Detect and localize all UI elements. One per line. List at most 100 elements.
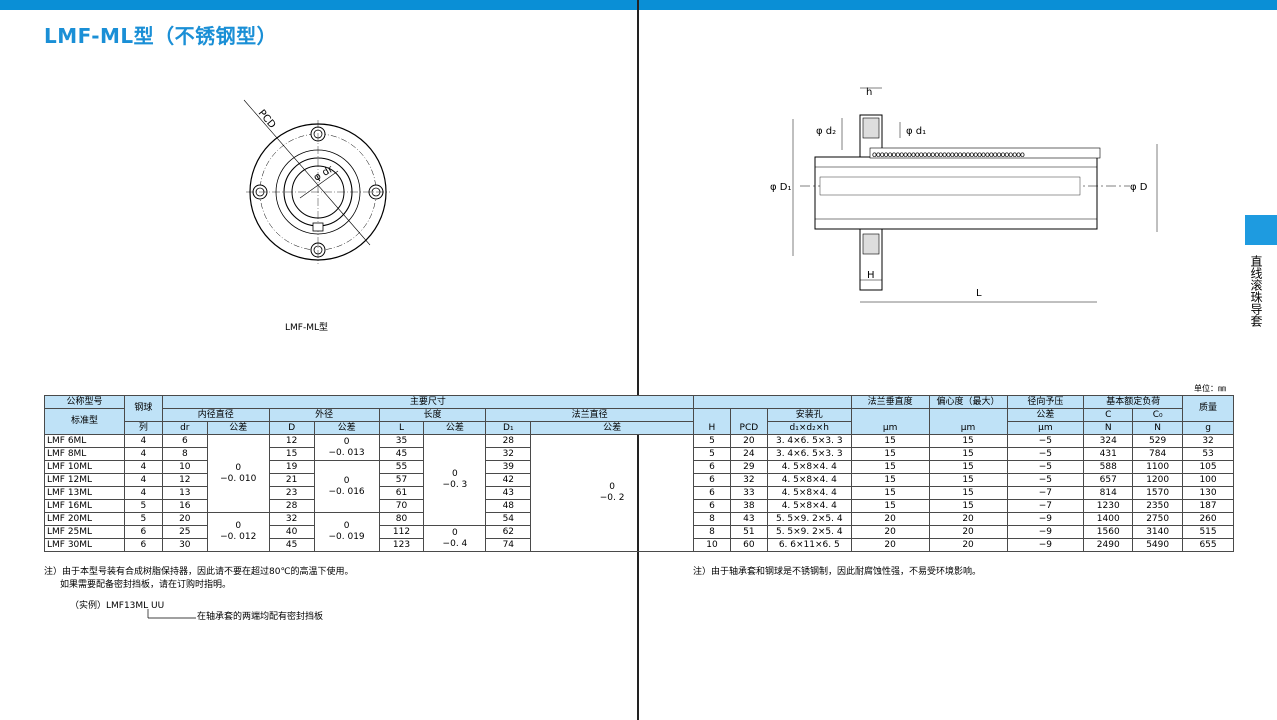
th-dr-tol: 公差: [206, 421, 270, 435]
cell-perp: 20: [850, 525, 930, 539]
cell-D1-tol: 0 −0. 2: [530, 434, 694, 552]
example-note: 在轴承套的两端均配有密封挡板: [197, 612, 324, 622]
cell-PCD: 43: [729, 512, 768, 526]
cell-mass: 130: [1182, 486, 1234, 500]
cell-dr: 8: [161, 447, 208, 461]
side-tab: [1245, 215, 1277, 245]
cell-ecc: 20: [928, 525, 1008, 539]
cell-perp: 15: [850, 486, 930, 500]
cell-D: 40: [268, 525, 315, 539]
cell-H: 6: [693, 473, 731, 487]
th-pre-u: μm: [1006, 421, 1085, 435]
cell-ecc: 20: [928, 512, 1008, 526]
cell-L: 57: [378, 473, 425, 487]
cell-H: 8: [693, 512, 731, 526]
cell-dr: 10: [161, 460, 208, 474]
cell-D1: 62: [485, 525, 532, 539]
cell-dr: 6: [161, 434, 208, 448]
table-row: 6 29 4. 5×8×4. 4 15 15 −5 588 1100 105: [693, 460, 1234, 474]
cell-ecc: 20: [928, 538, 1008, 552]
cell-dr: 25: [161, 525, 208, 539]
th-inner: 内径直径: [161, 408, 270, 422]
cell-dr: 16: [161, 499, 208, 513]
table-row: 5 20 3. 4×6. 5×3. 3 15 15 −5 324 529 32: [693, 434, 1234, 448]
cell-perp: 15: [850, 499, 930, 513]
th-hole-dims: d₁×d₂×h: [766, 421, 852, 435]
cell-hole: 3. 4×6. 5×3. 3: [766, 447, 852, 461]
cell-mass: 655: [1182, 538, 1234, 552]
th-D1-tol: 公差: [530, 421, 694, 435]
cell-mass: 53: [1182, 447, 1234, 461]
cell-L: 123: [378, 538, 425, 552]
table-row: LMF 6ML 4 6 0 −0. 010 12 0 −0. 013 35 0 −0.…: [44, 434, 694, 552]
th-model: 公称型号: [44, 395, 125, 409]
cell-balls: 4: [123, 486, 163, 500]
cell-pre: −5: [1006, 434, 1085, 448]
cell-C: 1230: [1083, 499, 1134, 513]
th-C: C: [1083, 408, 1134, 422]
cell-model: LMF 16ML: [44, 499, 125, 513]
cell-pre: −7: [1006, 486, 1085, 500]
cell-ecc: 15: [928, 434, 1008, 448]
cell-balls: 5: [123, 499, 163, 513]
cell-hole: 4. 5×8×4. 4: [766, 499, 852, 513]
th-dr: dr: [161, 421, 208, 435]
cell-C: 588: [1083, 460, 1134, 474]
dim-L-label: L: [976, 288, 982, 299]
svg-text:oooooooooooooooooooooooooooooo: ooooooooooooooooooooooooooooooooooooooo: [872, 150, 1025, 159]
cell-balls: 4: [123, 434, 163, 448]
cell-D-tol-b: 0 −0. 016: [313, 460, 380, 513]
th-hole: 安装孔: [766, 408, 852, 422]
cell-mass: 100: [1182, 473, 1234, 487]
cell-L-tol-a: 0 −0. 3: [423, 434, 487, 526]
cell-perp: 15: [850, 473, 930, 487]
cell-mass: 105: [1182, 460, 1234, 474]
cell-C0: 1200: [1132, 473, 1184, 487]
th-rows: 列: [123, 421, 163, 435]
cell-model: LMF 12ML: [44, 473, 125, 487]
th-ecc: 偏心度（最大）: [928, 395, 1008, 409]
top-bar-right: [639, 0, 1277, 10]
cell-C: 814: [1083, 486, 1134, 500]
cell-D1: 39: [485, 460, 532, 474]
cell-L: 80: [378, 512, 425, 526]
cell-perp: 15: [850, 434, 930, 448]
cell-C: 657: [1083, 473, 1134, 487]
dim-H-label: H: [867, 270, 875, 281]
cell-model: LMF 8ML: [44, 447, 125, 461]
cell-model: LMF 30ML: [44, 538, 125, 552]
cell-PCD: 20: [729, 434, 768, 448]
cell-D1: 54: [485, 512, 532, 526]
th-N1: N: [1083, 421, 1134, 435]
cell-PCD: 60: [729, 538, 768, 552]
cell-balls: 5: [123, 512, 163, 526]
cell-D: 23: [268, 486, 315, 500]
cell-hole: 5. 5×9. 2×5. 4: [766, 512, 852, 526]
th-g: g: [1182, 421, 1234, 435]
cell-model: LMF 25ML: [44, 525, 125, 539]
cell-ecc: 15: [928, 486, 1008, 500]
th-L: L: [378, 421, 425, 435]
dim-D-label: φ D: [1130, 182, 1148, 193]
spec-table-left: 公称型号 钢球 主要尺寸 标准型 内径直径 外径 长度 法兰直径 列 dr 公差…: [44, 395, 695, 552]
cell-dr: 20: [161, 512, 208, 526]
cell-mass: 32: [1182, 434, 1234, 448]
th-perp: 法兰垂直度: [850, 395, 930, 409]
cell-D: 12: [268, 434, 315, 448]
cell-dr-tol-a: 0 −0. 010: [206, 434, 270, 513]
unit-label: 单位：㎜: [1194, 384, 1226, 393]
th-load: 基本额定负荷: [1083, 395, 1184, 409]
cell-hole: 3. 4×6. 5×3. 3: [766, 434, 852, 448]
table-row: 6 38 4. 5×8×4. 4 15 15 −7 1230 2350 187: [693, 499, 1234, 513]
cell-C0: 1100: [1132, 460, 1184, 474]
spec-table-right: 法兰垂直度 偏心度（最大） 径向予压 基本额定负荷 质量 H PCD 安装孔 μ…: [693, 395, 1234, 552]
cell-L: 35: [378, 434, 425, 448]
cell-dr: 12: [161, 473, 208, 487]
cell-mass: 515: [1182, 525, 1234, 539]
th-flange: 法兰直径: [485, 408, 694, 422]
cell-pre: −9: [1006, 538, 1085, 552]
cell-L: 45: [378, 447, 425, 461]
side-view-drawing: ooooooooooooooooooooooooooooooooooooooo …: [770, 87, 1158, 303]
th-ecc-u: μm: [928, 408, 1008, 435]
th-D1: D₁: [485, 421, 532, 435]
